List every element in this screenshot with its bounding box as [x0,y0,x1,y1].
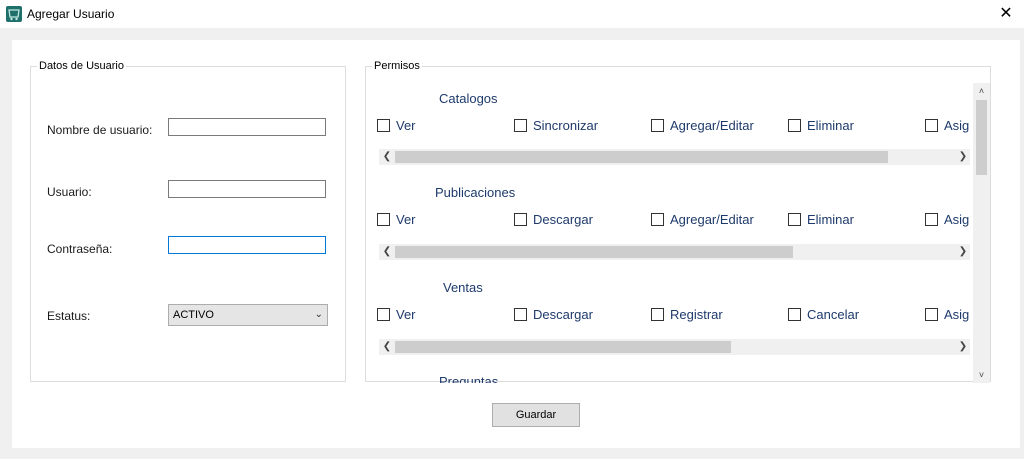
scrollbar-thumb[interactable] [395,341,731,353]
chevron-right-icon[interactable]: ❯ [955,244,970,260]
checkbox-agregar-editar[interactable]: Agregar/Editar [651,116,754,134]
nombre-label: Nombre de usuario: [47,123,153,137]
chevron-right-icon[interactable]: ❯ [955,339,970,355]
scrollbar-thumb[interactable] [395,246,793,258]
checkbox-box [377,307,390,321]
permisos-scroll-area[interactable]: Catalogos Ver Sincronizar Agregar/Editar… [367,83,970,383]
horizontal-scrollbar[interactable]: ❮ ❯ [379,149,970,165]
horizontal-scrollbar[interactable]: ❮ ❯ [379,339,970,355]
checkbox-box [788,307,801,321]
user-data-group: Datos de Usuario Nombre de usuario: Usua… [30,59,346,382]
chevron-down-icon[interactable]: ˅ [973,367,990,383]
checkbox-ver[interactable]: Ver [377,116,416,134]
checkbox-agregar-editar[interactable]: Agregar/Editar [651,210,754,228]
chevron-left-icon[interactable]: ❮ [379,149,395,165]
checkbox-eliminar[interactable]: Eliminar [788,116,854,134]
checkbox-box [788,118,801,132]
checkbox-box [925,118,938,132]
chevron-left-icon[interactable]: ❮ [379,244,395,260]
user-data-group-title: Datos de Usuario [37,59,126,73]
contrasena-label: Contraseña: [47,242,113,256]
nombre-input[interactable] [168,118,326,136]
close-icon: ✕ [999,5,1013,22]
checkbox-box [377,212,390,226]
permisos-group-title: Permisos [372,59,422,73]
save-button[interactable]: Guardar [492,403,580,427]
chevron-up-icon[interactable]: ˄ [973,83,990,99]
checkbox-asignar[interactable]: Asig [925,210,969,228]
section-title-preguntas: Preguntas [439,374,499,383]
checkbox-box [514,118,527,132]
checkbox-sincronizar[interactable]: Sincronizar [514,116,598,134]
checkbox-descargar[interactable]: Descargar [514,210,593,228]
checkbox-box [651,307,664,321]
checkbox-box [514,212,527,226]
checkbox-box [651,118,664,132]
checkbox-box [651,212,664,226]
window-title: Agregar Usuario [27,7,115,21]
checkbox-ver[interactable]: Ver [377,210,416,228]
scrollbar-thumb[interactable] [395,151,888,163]
contrasena-input[interactable] [168,236,326,254]
section-title: Publicaciones [435,185,516,200]
checkbox-registrar[interactable]: Registrar [651,305,723,323]
checkbox-asignar[interactable]: Asig [925,116,969,134]
estatus-select[interactable]: ACTIVO ⌄ [168,304,328,326]
checkbox-eliminar[interactable]: Eliminar [788,210,854,228]
checkbox-box [514,307,527,321]
checkbox-cancelar[interactable]: Cancelar [788,305,859,323]
estatus-label: Estatus: [47,309,91,323]
section-title: Ventas [443,280,483,295]
chevron-right-icon[interactable]: ❯ [955,149,970,165]
title-bar: Agregar Usuario ✕ [0,0,1024,28]
checkbox-asignar[interactable]: Asig [925,305,969,323]
permisos-group: Permisos Catalogos Ver Sincronizar Agreg… [365,59,991,383]
scrollbar-thumb[interactable] [976,100,987,175]
checkbox-ver[interactable]: Ver [377,305,416,323]
checkbox-box [788,212,801,226]
estatus-value: ACTIVO [173,309,214,321]
checkbox-box [925,307,938,321]
app-icon [6,6,22,22]
section-title: Catalogos [439,91,498,106]
chevron-left-icon[interactable]: ❮ [379,339,395,355]
checkbox-box [925,212,938,226]
form-body: Datos de Usuario Nombre de usuario: Usua… [12,40,1020,448]
usuario-input[interactable] [168,180,326,198]
usuario-label: Usuario: [47,185,92,199]
checkbox-box [377,118,390,132]
close-button[interactable]: ✕ [988,0,1024,28]
chevron-down-icon: ⌄ [314,309,323,320]
vertical-scrollbar[interactable]: ˄ ˅ [973,83,990,383]
horizontal-scrollbar[interactable]: ❮ ❯ [379,244,970,260]
checkbox-descargar[interactable]: Descargar [514,305,593,323]
